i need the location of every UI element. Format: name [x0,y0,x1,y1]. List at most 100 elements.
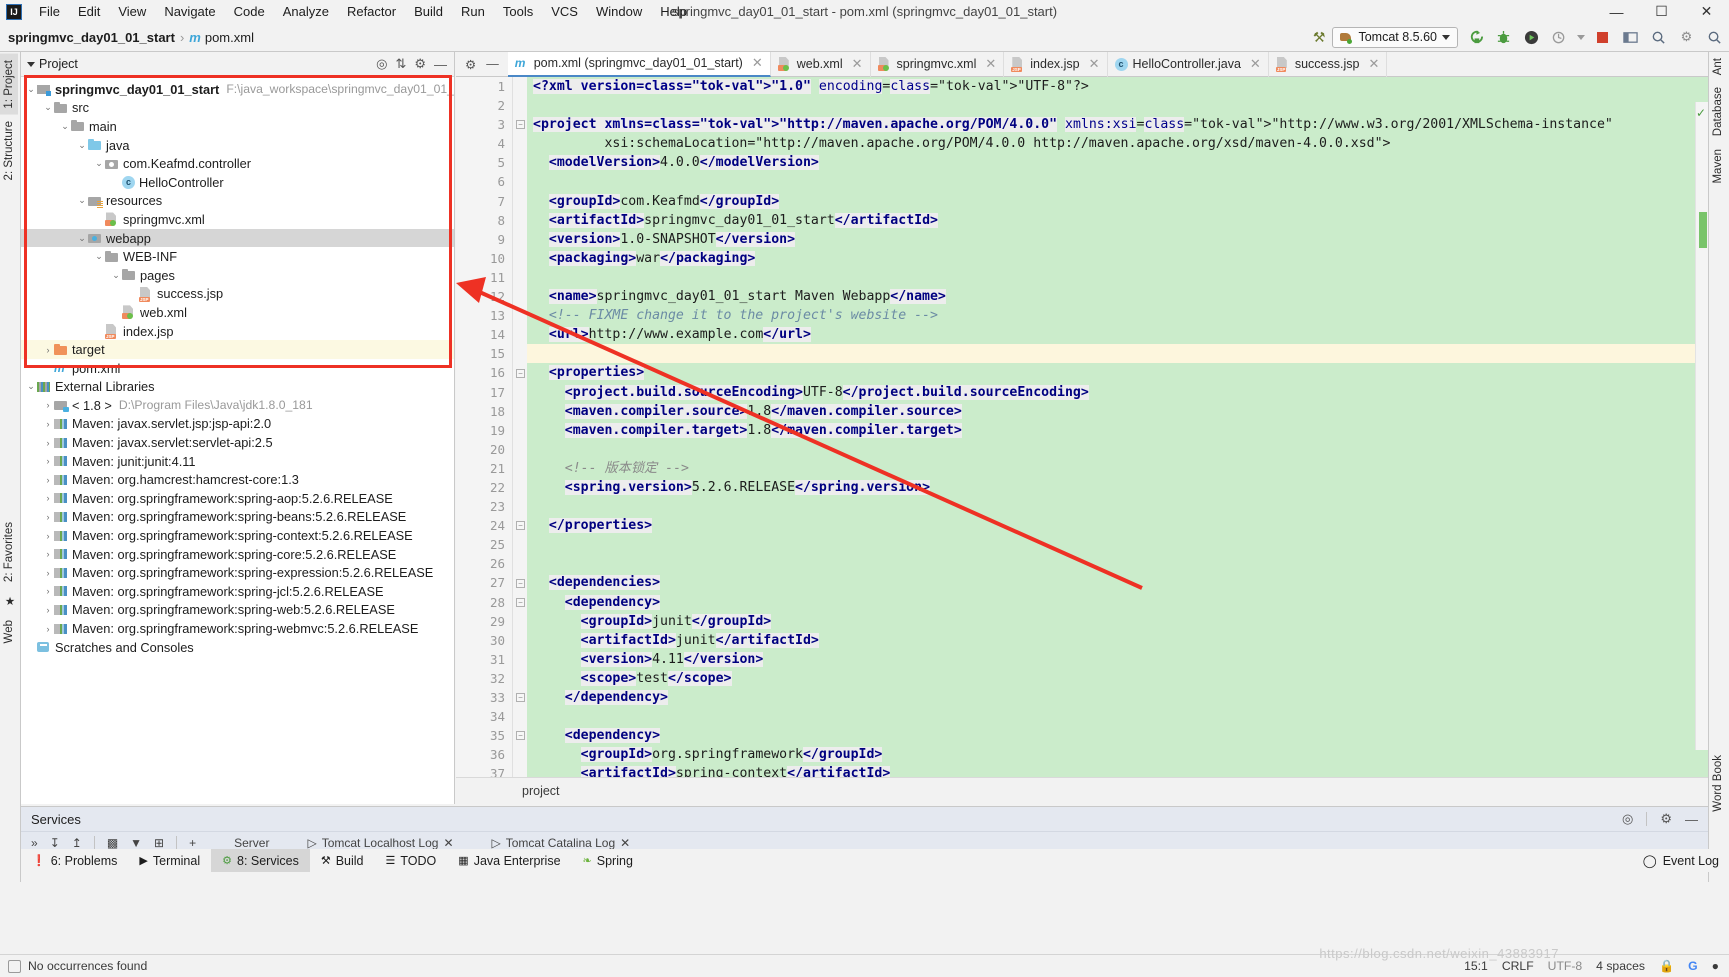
code-line[interactable]: <artifactId>junit</artifactId> [527,630,1708,650]
expand-icon[interactable]: ↧ [50,836,60,850]
fold-collapse-icon[interactable]: − [516,120,525,130]
close-button[interactable]: ✕ [1684,0,1729,23]
bottom-tab-spring[interactable]: ❧ Spring [572,849,644,872]
close-icon[interactable]: ✕ [752,55,763,71]
code-line[interactable]: <maven.compiler.source>1.8</maven.compil… [527,401,1708,421]
fold-collapse-icon[interactable]: − [516,578,525,588]
code-editor[interactable]: 1 2 3 4 5 6 7 8 9 10 11 12 13 14 15 16 17 18 19 20 21 22 23 24 2… [456,77,1708,777]
tree-node[interactable]: ⌄ java [21,136,454,155]
close-icon[interactable]: ✕ [1250,56,1261,72]
tree-node[interactable]: ⌄ External Libraries [21,378,454,397]
menu-item-window[interactable]: Window [587,2,651,21]
chevron-down-icon[interactable]: ⌄ [76,195,88,206]
maximize-button[interactable]: ☐ [1639,0,1684,23]
code-line[interactable] [527,707,1708,727]
fold-collapse-icon[interactable]: − [516,368,525,378]
code-line[interactable]: <?xml version=class="tok-val">"1.0" enco… [527,77,1708,97]
tree-node[interactable]: ›success.jsp [21,285,454,304]
profiler-icon[interactable] [1549,27,1570,48]
chevron-right-icon[interactable]: › [42,475,54,485]
tool-window-tab-web[interactable]: Web [0,614,18,649]
tree-node[interactable]: › Maven: javax.servlet:servlet-api:2.5 [21,433,454,452]
close-icon[interactable]: ✕ [1089,56,1100,72]
code-line[interactable]: <artifactId>springmvc_day01_01_start</ar… [527,210,1708,230]
tool-window-tab-maven[interactable]: Maven [1709,143,1727,190]
debug-icon[interactable] [1493,27,1514,48]
chevron-down-icon[interactable]: ⌄ [42,102,54,113]
tree-node[interactable]: ⌄ resources [21,192,454,211]
breadcrumb-project[interactable]: springmvc_day01_01_start [8,30,175,45]
chevron-right-icon[interactable]: › [42,568,54,578]
chevron-right-icon[interactable]: › [42,493,54,503]
settings-icon[interactable]: ⚙ [465,57,476,72]
chevron-down-icon[interactable]: ⌄ [76,233,88,244]
tree-node[interactable]: › Maven: org.springframework:spring-jcl:5… [21,582,454,601]
collapse-all-icon[interactable]: ⇅ [395,56,406,72]
menu-item-edit[interactable]: Edit [69,2,109,21]
menu-item-navigate[interactable]: Navigate [155,2,224,21]
tool-window-tab-project[interactable]: 1: Project [0,54,18,115]
chevron-right-icon[interactable]: › [42,456,54,466]
code-line[interactable] [527,344,1708,364]
tool-window-tab-structure[interactable]: 2: Structure [0,115,18,186]
minimize-button[interactable]: — [1594,0,1639,23]
tree-node[interactable]: ⌄ src [21,99,454,118]
code-line[interactable]: xsi:schemaLocation="http://maven.apache.… [527,134,1708,154]
fold-expand-icon[interactable]: − [516,693,525,703]
bottom-tab-services[interactable]: ⚙ 8: Services [211,849,310,872]
code-line[interactable]: <artifactId>spring-context</artifactId> [527,764,1708,777]
editor-tab-success[interactable]: success.jsp ✕ [1269,51,1388,77]
tree-node[interactable]: › Maven: junit:junit:4.11 [21,452,454,471]
tree-node[interactable]: › Maven: org.springframework:spring-web:5… [21,601,454,620]
chevron-down-icon[interactable]: ⌄ [76,140,88,151]
code-line[interactable]: <!-- 版本锁定 --> [527,458,1708,478]
settings-icon[interactable]: ⚙ [1676,27,1697,48]
menu-item-tools[interactable]: Tools [494,2,542,21]
menu-item-view[interactable]: View [109,2,155,21]
project-panel-title[interactable]: Project [39,57,78,71]
code-line[interactable] [527,172,1708,192]
code-line[interactable]: </dependency> [527,688,1708,708]
tree-node[interactable]: › target [21,340,454,359]
chevron-down-icon[interactable]: ⌄ [110,270,122,281]
indent-setting[interactable]: 4 spaces [1596,959,1645,973]
close-icon[interactable]: ✕ [620,836,630,850]
code-line[interactable]: <name>springmvc_day01_01_start Maven Web… [527,287,1708,307]
hide-icon[interactable]: — [1685,812,1698,827]
chevron-down-icon[interactable] [27,61,35,67]
tool-window-tab-favorites[interactable]: 2: Favorites [0,516,18,588]
code-folding-column[interactable]: − − − − − − − [513,77,527,777]
chevron-down-icon[interactable]: ⌄ [93,251,105,262]
editor-tab-springmvc[interactable]: springmvc.xml ✕ [871,51,1005,77]
bottom-tab-javaenterprise[interactable]: ▦ Java Enterprise [447,849,571,872]
breadcrumb-file[interactable]: pom.xml [205,30,254,45]
chevron-right-icon[interactable]: › [42,419,54,429]
tree-node[interactable]: › Maven: org.springframework:spring-core:… [21,545,454,564]
run-icon[interactable] [1465,27,1486,48]
chevron-down-icon[interactable]: ⌄ [25,381,37,392]
file-encoding[interactable]: UTF-8 [1548,959,1583,973]
editor-tab-index[interactable]: index.jsp ✕ [1004,51,1108,77]
chevron-right-icon[interactable]: › [42,438,54,448]
code-line[interactable]: <groupId>com.Keafmd</groupId> [527,191,1708,211]
code-line[interactable]: <version>4.11</version> [527,649,1708,669]
services-log-tab[interactable]: ▷ Tomcat Catalina Log ✕ [492,836,631,850]
code-line[interactable] [527,497,1708,517]
chevron-right-icon[interactable]: › [42,549,54,559]
menu-item-code[interactable]: Code [225,2,274,21]
error-stripe-marker-panel[interactable]: ✓ [1695,102,1708,750]
code-line[interactable]: <spring.version>5.2.6.RELEASE</spring.ve… [527,477,1708,498]
chevron-right-icon[interactable]: › [42,586,54,596]
code-line[interactable]: <dependency> [527,592,1708,612]
code-line[interactable] [527,439,1708,459]
code-line[interactable]: <scope>test</scope> [527,668,1708,688]
tree-node[interactable]: › < 1.8 > D:\Program Files\Java\jdk1.8.0_1… [21,396,454,415]
fold-collapse-icon[interactable]: − [516,731,525,741]
code-line[interactable]: <!-- FIXME change it to the project's we… [527,306,1708,326]
target-icon[interactable]: ◎ [1622,811,1633,827]
code-line[interactable] [527,96,1708,116]
tree-node[interactable]: ⌄ webapp [21,228,454,248]
favorites-star-icon[interactable]: ★ [0,588,20,614]
target-icon[interactable]: ◎ [376,56,387,72]
settings-icon[interactable]: ⚙ [414,56,426,72]
